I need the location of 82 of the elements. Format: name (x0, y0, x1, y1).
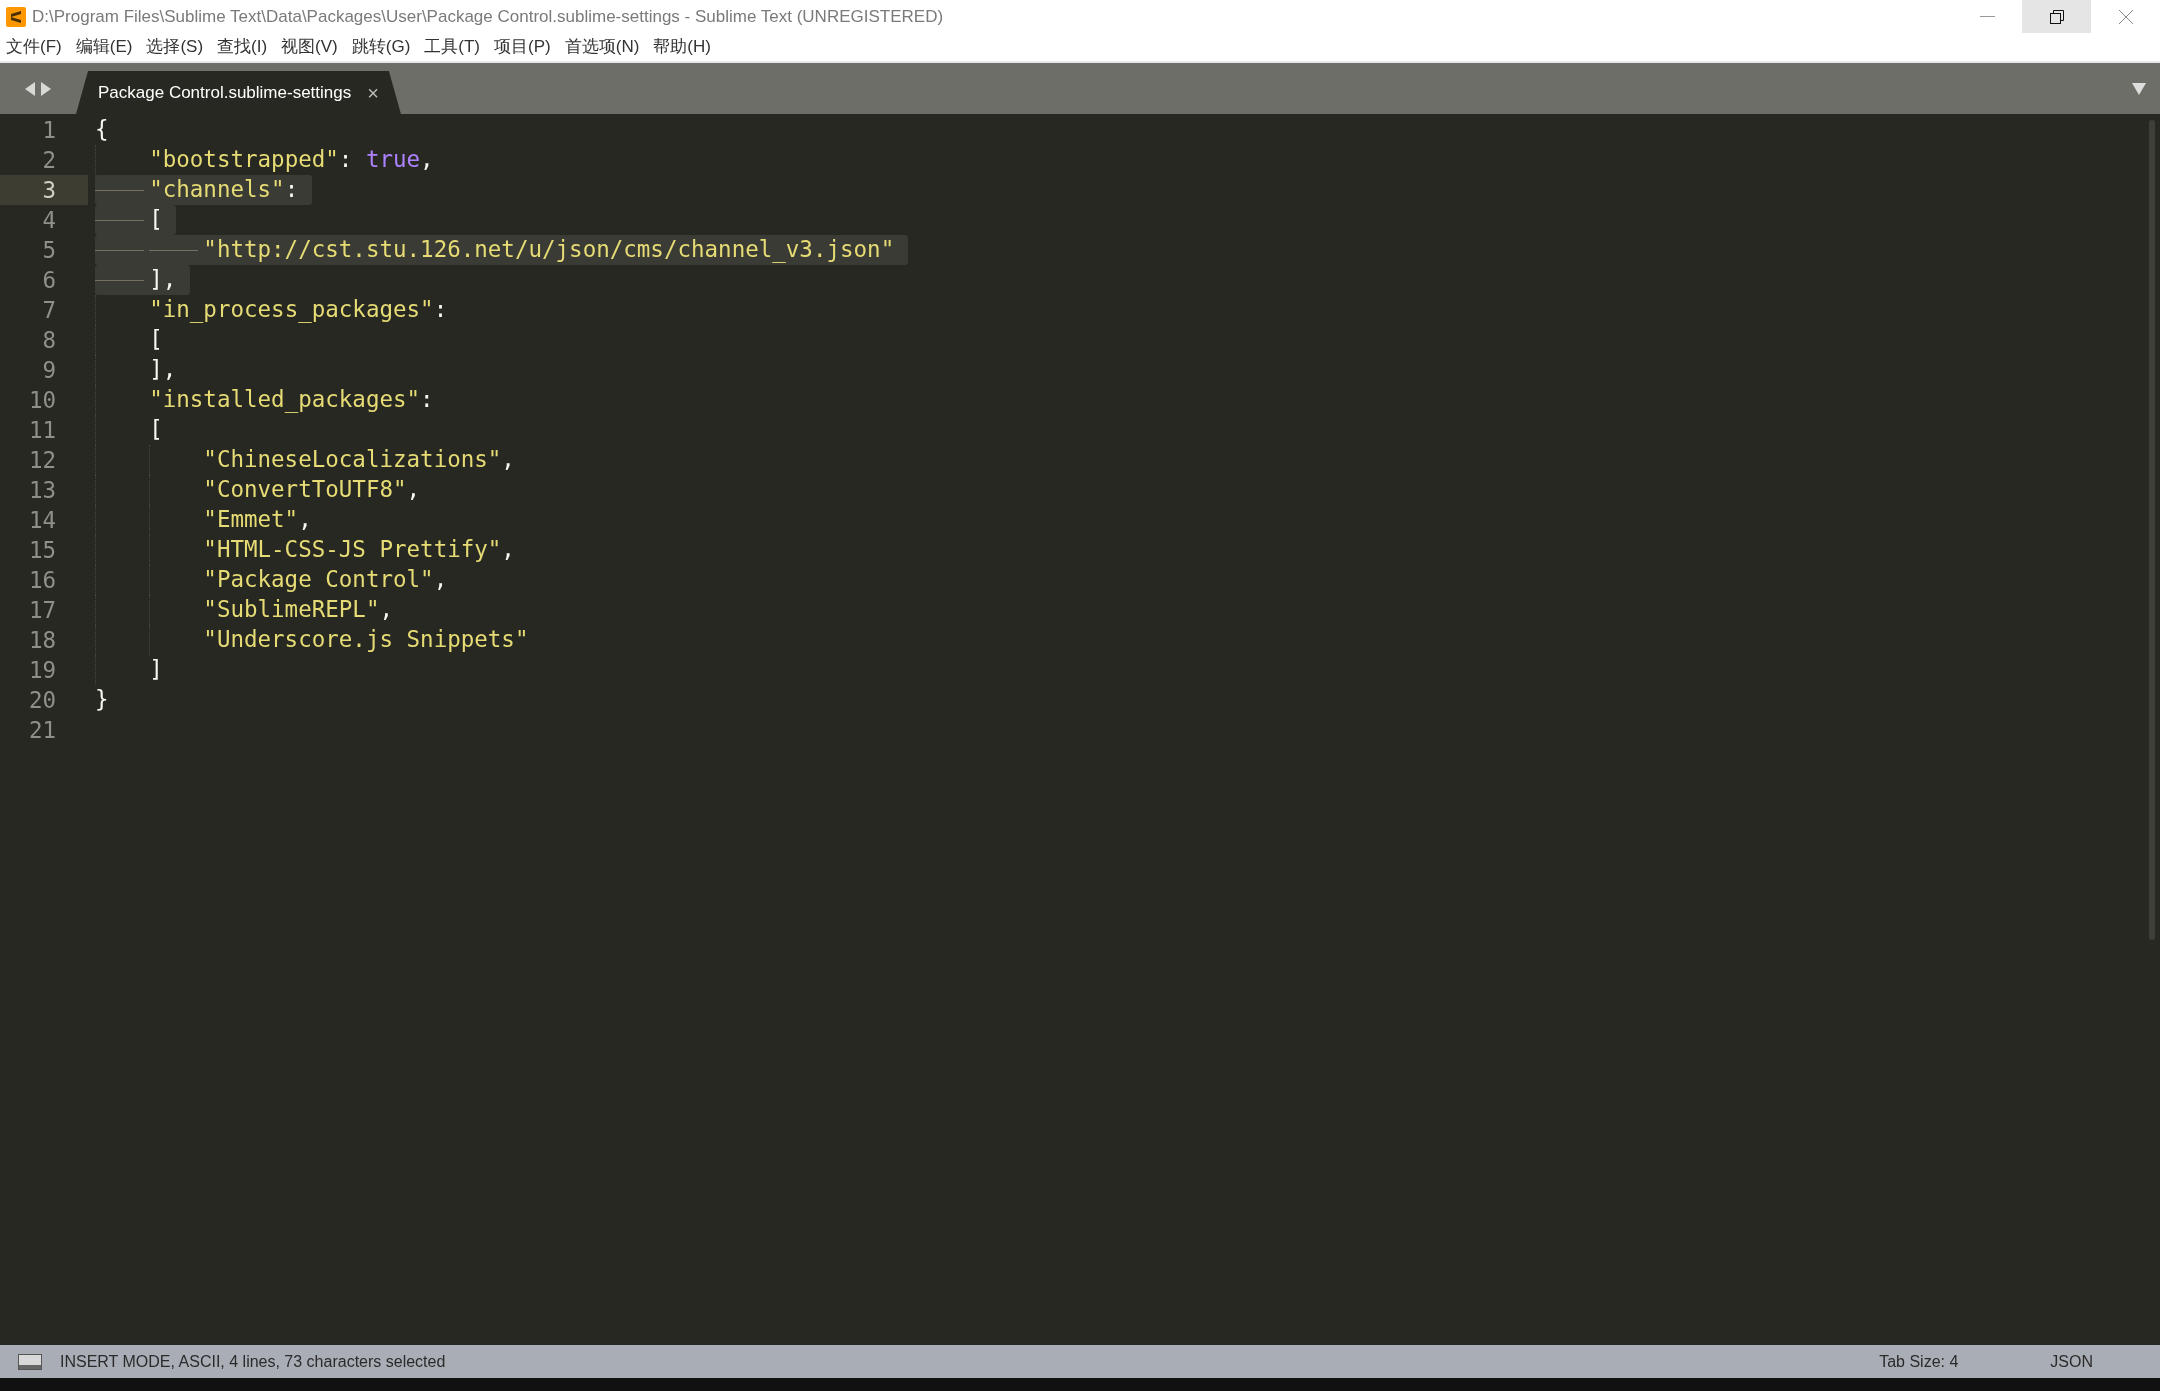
menu-item[interactable]: 文件(F) (6, 34, 62, 60)
menu-item[interactable]: 跳转(G) (351, 34, 411, 60)
code-token: ], (149, 265, 177, 295)
code-token: true (365, 145, 421, 175)
code-token: , (433, 565, 448, 595)
code-token: , (501, 445, 515, 475)
dropdown-caret-icon[interactable] (2132, 82, 2146, 95)
menu-item[interactable]: 工具(T) (424, 34, 481, 60)
line-number: 1 (41, 116, 57, 145)
menu-item[interactable]: 查找(I) (217, 34, 268, 60)
menu-item[interactable]: 项目(P) (494, 34, 551, 60)
code-token: "bootstrapped" (149, 145, 339, 175)
code-token: "channels" (149, 175, 285, 205)
line-number: 20 (27, 686, 57, 715)
line-number: 18 (27, 626, 57, 655)
line-number: 10 (27, 386, 57, 415)
code-token: "Package Control" (203, 565, 434, 595)
code-token: "http://cst.stu.126.net/u/json/cms/channel_v3.json" (203, 235, 895, 265)
line-number: 2 (41, 146, 57, 175)
code-token: , (379, 595, 393, 625)
line-number: 14 (27, 506, 57, 535)
console-icon[interactable] (18, 1353, 42, 1370)
code-token: "ConvertToUTF8" (203, 475, 407, 505)
code-token: "HTML-CSS-JS Prettify" (203, 535, 502, 565)
line-number: 11 (27, 416, 57, 445)
left-arrow-icon[interactable] (25, 81, 35, 96)
code-token: "in_process_packages" (149, 295, 434, 325)
file-tab[interactable]: Package Control.sublime-settings × (76, 71, 401, 114)
code-token: , (420, 145, 434, 175)
code-token: : (433, 295, 448, 325)
line-number: 6 (41, 266, 57, 295)
line-number: 13 (27, 476, 57, 505)
window-title: D:\Program Files\Sublime Text\Data\Packages\User\Package Control.sublime-settings - Sublime Text (UNREGISTERED) (32, 5, 944, 28)
line-number: 17 (27, 596, 57, 625)
tab-indent-mark (149, 249, 198, 251)
app-logo-icon (6, 6, 26, 27)
right-arrow-icon[interactable] (41, 81, 51, 96)
line-number: 15 (27, 536, 57, 565)
line-number: 16 (27, 566, 57, 595)
menu-item[interactable]: 选择(S) (146, 34, 204, 60)
code-token: } (95, 685, 109, 715)
tab-indent-mark (95, 219, 144, 221)
code-token: "Underscore.js Snippets" (203, 625, 529, 655)
code-token: "SublimeREPL" (203, 595, 380, 625)
tab-indent-mark (95, 249, 144, 251)
line-number: 19 (27, 656, 57, 685)
code-token: : (284, 175, 299, 205)
code-token: ], (149, 355, 177, 385)
restore-button[interactable] (2022, 0, 2091, 33)
syntax-indicator[interactable]: JSON (2050, 1349, 2093, 1374)
tab-indent-mark (95, 279, 144, 281)
code-token: : (338, 145, 354, 175)
code-token: , (501, 535, 515, 565)
code-token: ] (149, 655, 163, 685)
line-number: 5 (41, 236, 57, 265)
code-token: [ (149, 205, 163, 235)
code-token: [ (149, 415, 163, 445)
code-token: { (95, 115, 109, 145)
status-message: INSERT MODE, ASCII, 4 lines, 73 characters selected (60, 1351, 446, 1372)
line-number: 3 (0, 175, 88, 205)
menu-item[interactable]: 视图(V) (281, 34, 338, 60)
code-token: : (420, 385, 434, 415)
menu-item[interactable]: 帮助(H) (653, 34, 711, 60)
close-icon (2117, 8, 2134, 25)
line-number: 9 (41, 356, 57, 385)
line-number: 8 (41, 326, 57, 355)
tab-close-icon[interactable]: × (367, 77, 379, 108)
code-token: "Emmet" (203, 505, 299, 535)
code-token: "installed_packages" (149, 385, 421, 415)
tab-size-indicator[interactable]: Tab Size: 4 (1879, 1349, 1959, 1374)
code-token: "ChineseLocalizations" (203, 445, 502, 475)
line-number: 21 (27, 716, 57, 745)
menu-item[interactable]: 编辑(E) (75, 34, 133, 60)
line-number: 7 (41, 296, 57, 325)
tab-indent-mark (95, 189, 144, 191)
menu-item[interactable]: 首选项(N) (564, 34, 640, 60)
code-token: [ (149, 325, 163, 355)
restore-icon (2048, 8, 2065, 25)
line-number: 4 (41, 206, 57, 235)
code-token: , (298, 505, 312, 535)
code-token: , (406, 475, 421, 505)
line-number: 12 (27, 446, 57, 475)
